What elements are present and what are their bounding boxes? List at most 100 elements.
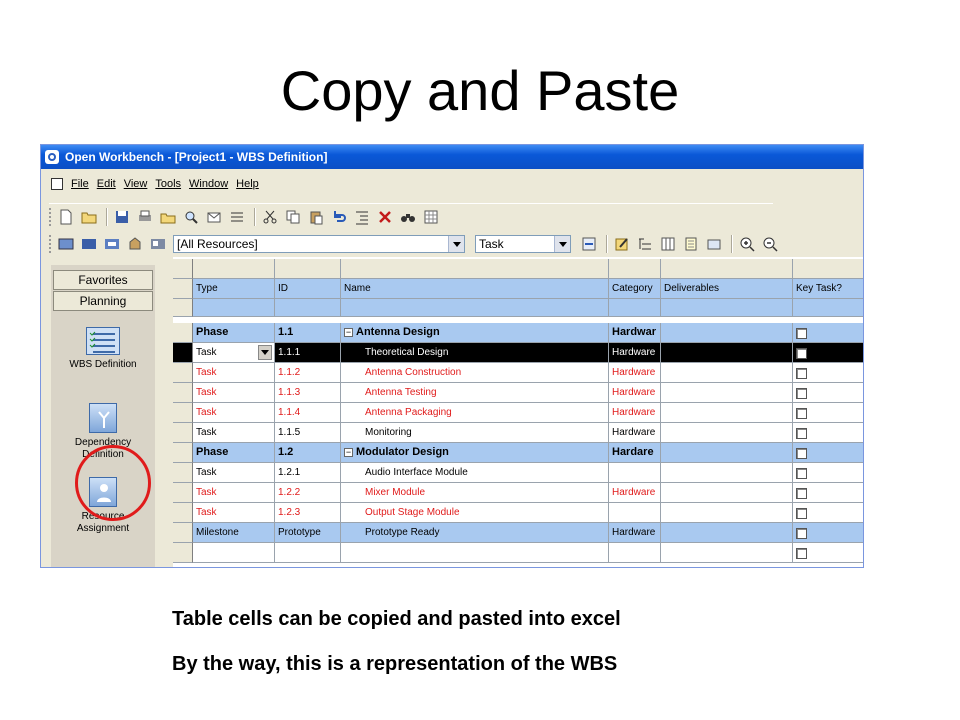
zoom-in-icon[interactable]: [739, 236, 755, 252]
cut-icon[interactable]: [262, 209, 278, 225]
toolbar-grip[interactable]: [49, 207, 52, 226]
view-icon-4[interactable]: [127, 236, 143, 252]
mail-icon[interactable]: [206, 209, 222, 225]
open-folder-icon[interactable]: [81, 209, 97, 225]
cell-name[interactable]: Audio Interface Module: [341, 463, 609, 483]
view-icon-1[interactable]: [58, 236, 74, 252]
cell-id[interactable]: 1.2.1: [275, 463, 341, 483]
row-selector[interactable]: [173, 403, 193, 423]
cell-name[interactable]: Monitoring: [341, 423, 609, 443]
cell-deliverables[interactable]: [661, 463, 793, 483]
cell-deliverables[interactable]: [661, 363, 793, 383]
cell-category[interactable]: Hardwar: [609, 323, 661, 343]
document-icon[interactable]: [51, 178, 63, 190]
cell-category[interactable]: [609, 463, 661, 483]
column-header-type[interactable]: Type: [193, 279, 275, 299]
cell-category[interactable]: Hardware: [609, 363, 661, 383]
row-selector[interactable]: [173, 543, 193, 563]
zoom-out-icon[interactable]: [762, 236, 778, 252]
cell-id[interactable]: 1.1.3: [275, 383, 341, 403]
cell-name[interactable]: − Modulator Design: [341, 443, 609, 463]
menu-help[interactable]: Help: [236, 178, 259, 190]
row-selector[interactable]: [173, 503, 193, 523]
table-row[interactable]: Task 1.2.2 Mixer Module Hardware: [173, 483, 863, 503]
cell-type[interactable]: Task: [193, 403, 275, 423]
row-selector[interactable]: [173, 463, 193, 483]
cell-type[interactable]: Task: [193, 503, 275, 523]
chevron-down-icon[interactable]: [554, 236, 570, 252]
list-icon[interactable]: [229, 209, 245, 225]
cell-name[interactable]: Mixer Module: [341, 483, 609, 503]
cell-type[interactable]: Milestone: [193, 523, 275, 543]
menu-file[interactable]: File: [71, 178, 89, 190]
cell-type[interactable]: Task: [193, 423, 275, 443]
row-selector[interactable]: [173, 363, 193, 383]
cell-name[interactable]: − Antenna Design: [341, 323, 609, 343]
cell-type[interactable]: [193, 543, 275, 563]
sidebar-tab-planning[interactable]: Planning: [53, 291, 153, 311]
collapse-icon[interactable]: −: [344, 447, 353, 457]
cell-type[interactable]: Task: [193, 383, 275, 403]
cell-deliverables[interactable]: [661, 483, 793, 503]
key-task-checkbox[interactable]: [796, 528, 807, 539]
cell-id[interactable]: 1.1.4: [275, 403, 341, 423]
view-icon-2[interactable]: [81, 236, 97, 252]
row-selector[interactable]: [173, 483, 193, 503]
save-icon[interactable]: [114, 209, 130, 225]
key-task-checkbox[interactable]: [796, 348, 807, 359]
column-header-key-task[interactable]: Key Task?: [793, 279, 863, 299]
sidebar-item-wbs-definition[interactable]: WBS Definition: [51, 327, 155, 371]
cell-deliverables[interactable]: [661, 403, 793, 423]
resource-filter-select[interactable]: [All Resources]: [173, 235, 465, 253]
binoculars-icon[interactable]: [400, 209, 416, 225]
table-row[interactable]: Task 1.2.3 Output Stage Module: [173, 503, 863, 523]
outline-icon[interactable]: [637, 236, 653, 252]
cell-name[interactable]: Output Stage Module: [341, 503, 609, 523]
key-task-checkbox[interactable]: [796, 488, 807, 499]
column-header-category[interactable]: Category: [609, 279, 661, 299]
cell-category[interactable]: Hardare: [609, 443, 661, 463]
cell-id[interactable]: 1.2: [275, 443, 341, 463]
cell-deliverables[interactable]: [661, 503, 793, 523]
edit-icon[interactable]: [614, 236, 630, 252]
table-row[interactable]: Task 1.2.1 Audio Interface Module: [173, 463, 863, 483]
key-task-checkbox[interactable]: [796, 508, 807, 519]
menu-tools[interactable]: Tools: [155, 178, 181, 190]
cell-id[interactable]: [275, 543, 341, 563]
delete-icon[interactable]: [377, 209, 393, 225]
cell-deliverables[interactable]: [661, 383, 793, 403]
table-row[interactable]: Task 1.1.2 Antenna Construction Hardware: [173, 363, 863, 383]
collapse-icon[interactable]: −: [344, 327, 353, 337]
cell-deliverables[interactable]: [661, 523, 793, 543]
row-selector[interactable]: [173, 423, 193, 443]
key-task-checkbox[interactable]: [796, 328, 807, 339]
cell-type[interactable]: Phase: [193, 323, 275, 343]
cell-category[interactable]: Hardware: [609, 423, 661, 443]
cell-type[interactable]: Task: [193, 483, 275, 503]
cell-name[interactable]: [341, 543, 609, 563]
cell-category[interactable]: Hardware: [609, 383, 661, 403]
table-row[interactable]: Milestone Prototype Prototype Ready Hardwar…: [173, 523, 863, 543]
indent-icon[interactable]: [354, 209, 370, 225]
cell-deliverables[interactable]: [661, 343, 793, 363]
row-selector[interactable]: [173, 383, 193, 403]
table-row[interactable]: Task 1.1.3 Antenna Testing Hardware: [173, 383, 863, 403]
chevron-down-icon[interactable]: [258, 345, 272, 360]
menu-view[interactable]: View: [124, 178, 148, 190]
cell-id[interactable]: Prototype: [275, 523, 341, 543]
row-selector[interactable]: [173, 523, 193, 543]
key-task-checkbox[interactable]: [796, 428, 807, 439]
find-icon[interactable]: [183, 209, 199, 225]
cell-category[interactable]: Hardware: [609, 523, 661, 543]
key-task-checkbox[interactable]: [796, 388, 807, 399]
paste-icon[interactable]: [308, 209, 324, 225]
table-row[interactable]: [173, 543, 863, 563]
cell-id[interactable]: 1.1.2: [275, 363, 341, 383]
open-icon[interactable]: [160, 209, 176, 225]
key-task-checkbox[interactable]: [796, 468, 807, 479]
print-icon[interactable]: [137, 209, 153, 225]
sidebar-tab-favorites[interactable]: Favorites: [53, 270, 153, 290]
cell-name[interactable]: Antenna Packaging: [341, 403, 609, 423]
table-row[interactable]: Task 1.1.1 Theoretical Design Hardware: [173, 343, 863, 363]
cell-category[interactable]: Hardware: [609, 343, 661, 363]
